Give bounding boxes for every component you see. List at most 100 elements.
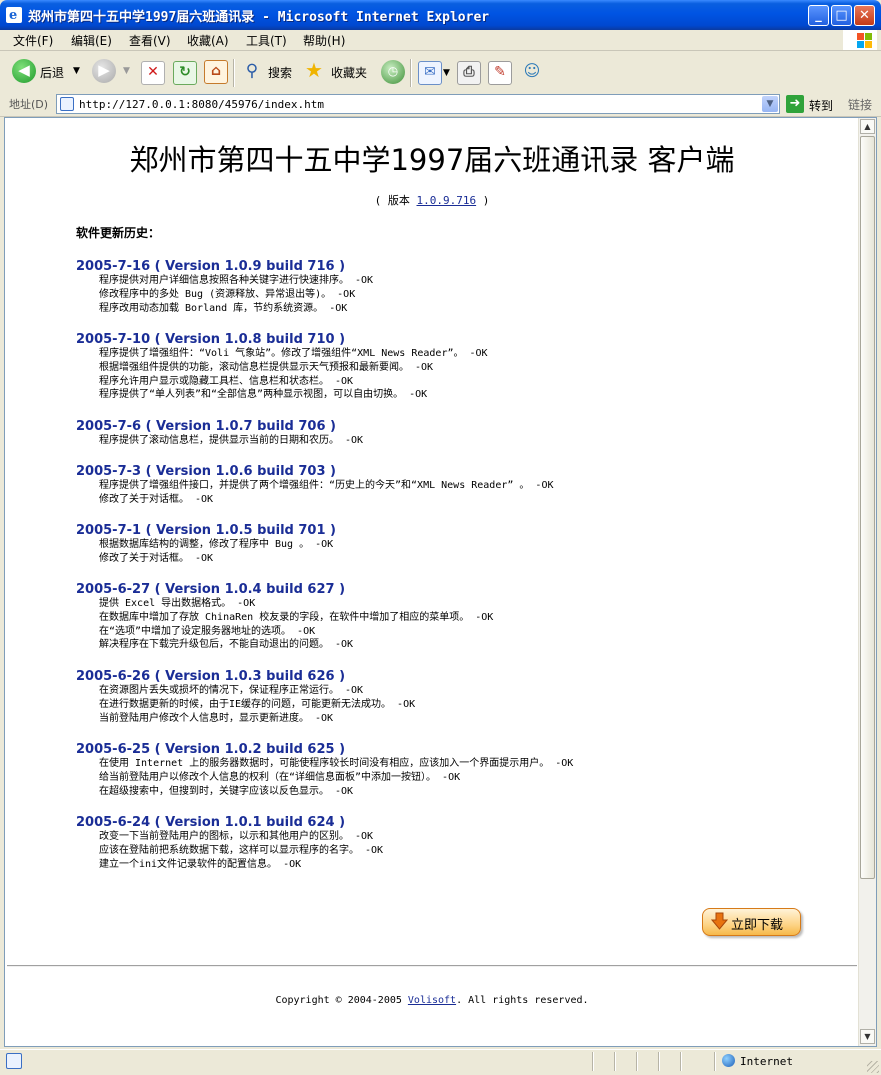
- menu-edit[interactable]: 编辑(E): [71, 32, 112, 49]
- footer-divider: [7, 965, 857, 967]
- release-item: 修改了关于对话框。 -OK: [99, 493, 214, 505]
- go-button[interactable]: ➜ 转到: [786, 95, 836, 114]
- release-header: 2005-6-26 ( Version 1.0.3 build 626 ): [76, 669, 346, 684]
- back-dropdown-icon[interactable]: ▼: [73, 66, 80, 76]
- menu-file[interactable]: 文件(F): [13, 32, 53, 49]
- title-bar[interactable]: e 郑州市第四十五中学1997届六班通讯录 - Microsoft Intern…: [0, 0, 881, 30]
- release-item: 应该在登陆前把系统数据下载，这样可以显示程序的名字。 -OK: [99, 844, 384, 856]
- menu-help[interactable]: 帮助(H): [303, 32, 345, 49]
- release-item: 给当前登陆用户以修改个人信息的权利（在“详细信息面板”中添加一按钮）。 -OK: [99, 771, 461, 783]
- release-block: 2005-7-16 ( Version 1.0.9 build 716 ) 程序…: [76, 259, 373, 315]
- release-block: 2005-7-3 ( Version 1.0.6 build 703 ) 程序提…: [76, 464, 554, 507]
- release-item: 根据数据库结构的调整，修改了程序中 Bug 。 -OK: [99, 539, 334, 550]
- release-item: 当前登陆用户修改个人信息时，显示更新进度。 -OK: [99, 712, 334, 724]
- mail-dropdown-icon[interactable]: ▼: [443, 68, 450, 78]
- forward-button[interactable]: ▶ ▼: [92, 59, 132, 85]
- release-item: 程序提供了增强组件接口，并提供了两个增强组件：“历史上的今天”和“XML New…: [99, 480, 554, 491]
- release-item: 解决程序在下载完升级包后，不能自动退出的问题。 -OK: [99, 639, 354, 651]
- history-icon[interactable]: ◷: [381, 60, 405, 84]
- ie-icon: e: [6, 7, 22, 23]
- menu-view[interactable]: 查看(V): [129, 32, 171, 49]
- scroll-thumb[interactable]: [860, 136, 875, 879]
- release-item: 在数据库中增加了存放 ChinaRen 校友录的字段，在软件中增加了相应的菜单项…: [99, 611, 494, 623]
- release-item: 程序提供了滚动信息栏，提供显示当前的日期和农历。 -OK: [99, 435, 364, 446]
- release-item: 在超级搜索中，但搜到时，关键字应该以反色显示。 -OK: [99, 785, 354, 797]
- scroll-up-icon[interactable]: ▲: [860, 119, 875, 134]
- back-label: 后退: [40, 66, 65, 80]
- release-item: 程序允许用户显示或隐藏工具栏、信息栏和状态栏。 -OK: [99, 375, 354, 387]
- maximize-button[interactable]: □: [831, 5, 852, 26]
- address-input[interactable]: http://127.0.0.1:8080/45976/index.htm ▼: [56, 94, 780, 114]
- page-icon: [60, 97, 74, 111]
- print-icon[interactable]: ⎙: [457, 61, 481, 85]
- footer: Copyright © 2004-2005 Volisoft. All righ…: [5, 995, 859, 1006]
- back-button[interactable]: ◀ 后退 ▼: [12, 59, 82, 85]
- messenger-icon[interactable]: ☺: [521, 60, 543, 82]
- address-bar: 地址(D) http://127.0.0.1:8080/45976/index.…: [0, 93, 881, 117]
- close-button[interactable]: ✕: [854, 5, 875, 26]
- security-zone-label: Internet: [740, 1055, 793, 1068]
- download-arrow-icon: [711, 912, 728, 930]
- search-icon: ⚲: [245, 61, 259, 81]
- release-block: 2005-6-26 ( Version 1.0.3 build 626 ) 在资…: [76, 669, 415, 725]
- history-heading: 软件更新历史：: [76, 226, 161, 240]
- mail-icon[interactable]: ✉: [418, 61, 442, 85]
- window-title: 郑州市第四十五中学1997届六班通讯录 - Microsoft Internet…: [28, 10, 490, 25]
- release-item: 在使用 Internet 上的服务器数据时，可能使程序较长时间没有相应，应该加入…: [99, 758, 574, 769]
- refresh-icon[interactable]: ↻: [173, 61, 197, 85]
- footer-link[interactable]: Volisoft: [408, 995, 456, 1006]
- release-header: 2005-7-6 ( Version 1.0.7 build 706 ): [76, 419, 336, 434]
- download-button[interactable]: 立即下载: [702, 908, 801, 936]
- resize-grip[interactable]: [867, 1061, 879, 1073]
- menu-tools[interactable]: 工具(T): [246, 32, 287, 49]
- address-label: 地址(D): [9, 98, 49, 111]
- version-prefix: ( 版本: [374, 194, 417, 207]
- release-header: 2005-7-16 ( Version 1.0.9 build 716 ): [76, 259, 346, 274]
- edit-icon[interactable]: ✎: [488, 61, 512, 85]
- back-arrow-icon: ◀: [12, 59, 36, 83]
- release-block: 2005-7-10 ( Version 1.0.8 build 710 ) 程序…: [76, 332, 488, 402]
- release-item: 修改程序中的多处 Bug (资源释放、异常退出等)。 -OK: [99, 288, 356, 300]
- release-item: 程序提供对用户详细信息按照各种关键字进行快速排序。 -OK: [99, 275, 374, 286]
- forward-dropdown-icon[interactable]: ▼: [123, 66, 130, 76]
- vertical-scrollbar[interactable]: ▲ ▼: [858, 118, 876, 1046]
- windows-logo-icon: [843, 30, 877, 50]
- release-block: 2005-6-25 ( Version 1.0.2 build 625 ) 在使…: [76, 742, 573, 798]
- status-bar: Internet: [0, 1049, 881, 1075]
- search-label: 搜索: [268, 66, 293, 80]
- footer-suffix: . All rights reserved.: [456, 995, 589, 1006]
- status-page-icon: [6, 1053, 22, 1069]
- release-header: 2005-6-27 ( Version 1.0.4 build 627 ): [76, 582, 346, 597]
- release-item: 在“选项”中增加了设定服务器地址的选项。 -OK: [99, 625, 316, 637]
- address-dropdown-icon[interactable]: ▼: [762, 96, 778, 112]
- release-item: 根据增强组件提供的功能，滚动信息栏提供显示天气预报和最新要闻。 -OK: [99, 361, 434, 373]
- internet-zone-icon: [722, 1054, 735, 1067]
- address-url[interactable]: http://127.0.0.1:8080/45976/index.htm: [79, 98, 324, 111]
- home-icon[interactable]: ⌂: [204, 60, 228, 84]
- search-button[interactable]: ⚲ 搜索: [241, 59, 296, 85]
- stop-icon[interactable]: ✕: [141, 61, 165, 85]
- release-header: 2005-7-3 ( Version 1.0.6 build 703 ): [76, 464, 336, 479]
- release-block: 2005-7-6 ( Version 1.0.7 build 706 ) 程序提…: [76, 419, 363, 448]
- scroll-down-icon[interactable]: ▼: [860, 1029, 875, 1044]
- go-arrow-icon: ➜: [786, 95, 804, 113]
- release-block: 2005-7-1 ( Version 1.0.5 build 701 ) 根据数…: [76, 523, 336, 566]
- release-header: 2005-6-24 ( Version 1.0.1 build 624 ): [76, 815, 346, 830]
- version-suffix: ): [476, 194, 490, 207]
- release-item: 提供 Excel 导出数据格式。 -OK: [99, 598, 256, 609]
- minimize-button[interactable]: _: [808, 5, 829, 26]
- footer-prefix: Copyright © 2004-2005: [275, 995, 408, 1006]
- page-title: 郑州市第四十五中学1997届六班通讯录 客户端: [129, 143, 735, 177]
- browser-window: e 郑州市第四十五中学1997届六班通讯录 - Microsoft Intern…: [0, 0, 881, 1075]
- star-icon: ★: [305, 58, 323, 82]
- release-header: 2005-6-25 ( Version 1.0.2 build 625 ): [76, 742, 346, 757]
- menu-favorites[interactable]: 收藏(A): [187, 32, 229, 49]
- favorites-button[interactable]: ★ 收藏夹: [303, 59, 373, 85]
- release-item: 建立一个ini文件记录软件的配置信息。 -OK: [99, 858, 302, 870]
- version-link[interactable]: 1.0.9.716: [417, 194, 477, 207]
- links-button[interactable]: 链接: [848, 96, 872, 113]
- version-line: ( 版本 1.0.9.716 ): [5, 192, 859, 208]
- forward-arrow-icon: ▶: [92, 59, 116, 83]
- content-viewport: 郑州市第四十五中学1997届六班通讯录 客户端 ( 版本 1.0.9.716 )…: [4, 117, 877, 1047]
- release-item: 在资源图片丢失或损坏的情况下，保证程序正常运行。 -OK: [99, 685, 364, 696]
